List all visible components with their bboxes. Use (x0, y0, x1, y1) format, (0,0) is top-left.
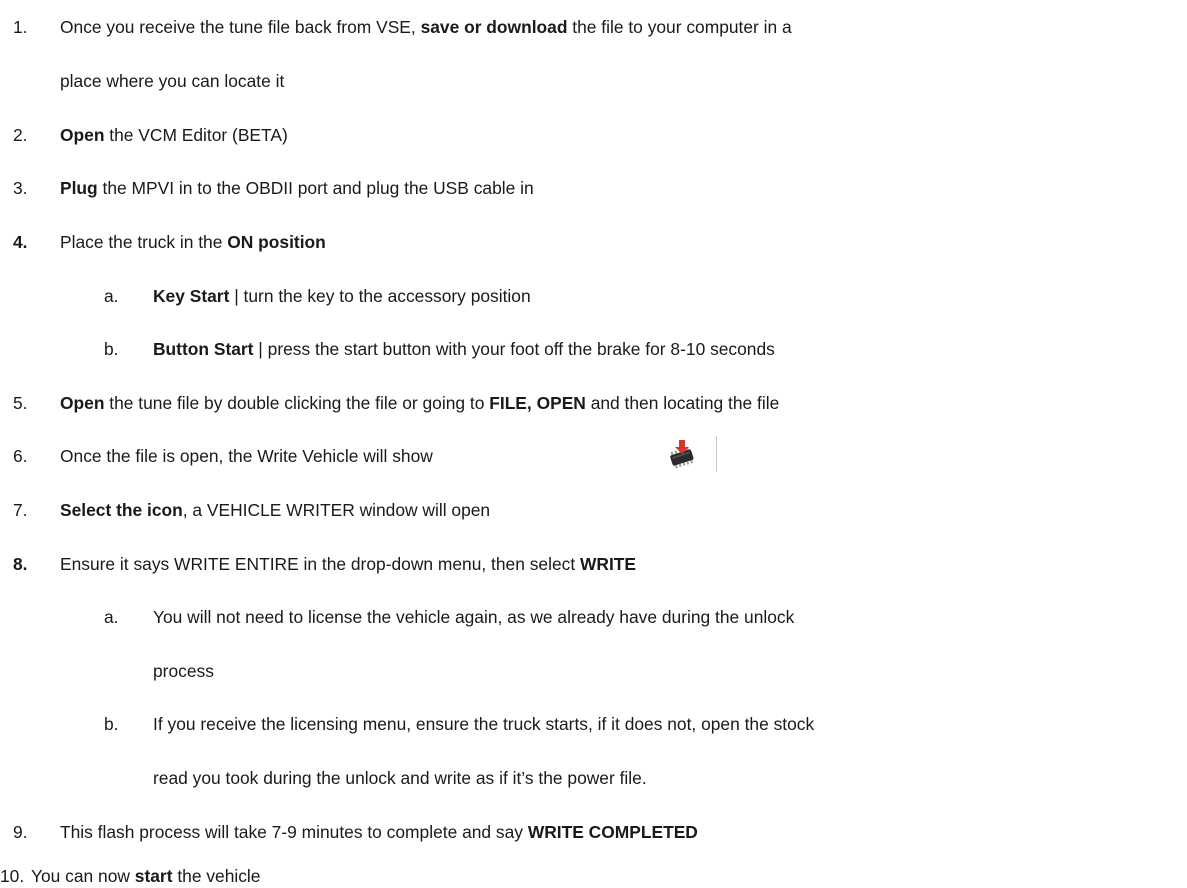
step-text-bold: Key Start (153, 286, 230, 306)
step-number: 5. (13, 393, 28, 413)
step-text-bold: Button Start (153, 339, 254, 359)
step-text-bold: Plug (60, 178, 98, 198)
step-number: 9. (13, 822, 28, 842)
sub-step-text: Button Start | press the start button wi… (153, 339, 775, 359)
step-text-bold: Select the icon (60, 500, 183, 520)
step-text: place where you can locate it (60, 71, 285, 91)
step-number: 3. (13, 178, 28, 198)
step-text-bold: Open (60, 393, 105, 413)
step-number: 8. (13, 554, 28, 574)
step-text-segment: the vehicle (172, 866, 261, 886)
step-text-segment: Ensure it says WRITE ENTIRE in the drop-… (60, 554, 580, 574)
step-text-segment: the tune file by double clicking the fil… (104, 393, 490, 413)
step-text-segment: , a VEHICLE WRITER window will open (182, 500, 491, 520)
sub-step-letter: b. (104, 714, 119, 734)
step-text-bold: FILE, OPEN (489, 393, 586, 413)
step-text-bold: WRITE COMPLETED (527, 822, 698, 842)
step-text: Select the icon, a VEHICLE WRITER window… (60, 500, 490, 520)
step-text: Once you receive the tune file back from… (60, 17, 792, 37)
step-text-segment: the file to your computer in a (567, 17, 792, 37)
sub-step-text: read you took during the unlock and writ… (153, 768, 647, 788)
step-number: 1. (13, 17, 28, 37)
step-text-bold: Open (60, 125, 105, 145)
sub-step-text: process (153, 661, 214, 681)
step-text: Ensure it says WRITE ENTIRE in the drop-… (60, 554, 636, 574)
step-text-segment: Once you receive the tune file back from… (60, 17, 421, 37)
step-text-segment: the MPVI in to the OBDII port and plug t… (97, 178, 534, 198)
step-text-segment: | turn the key to the accessory position (229, 286, 531, 306)
step-text-segment: Place the truck in the (60, 232, 228, 252)
step-number: 10. (0, 866, 25, 886)
sub-step-letter: a. (104, 286, 119, 306)
sub-step-text: Key Start | turn the key to the accessor… (153, 286, 531, 306)
step-text-segment: You can now (31, 866, 135, 886)
step-text-bold: save or download (420, 17, 568, 37)
step-text-bold: start (134, 866, 173, 886)
step-text-bold: ON position (227, 232, 326, 252)
sub-step-text: If you receive the licensing menu, ensur… (153, 714, 815, 734)
sub-step-text: You will not need to license the vehicle… (153, 607, 795, 627)
step-text-segment: This flash process will take 7-9 minutes… (60, 822, 528, 842)
sub-step-letter: a. (104, 607, 119, 627)
step-text-segment: Once the file is open, the Write Vehicle… (60, 446, 433, 466)
step-text: Place the truck in the ON position (60, 232, 326, 252)
step-text: Open the VCM Editor (BETA) (60, 125, 288, 145)
write-vehicle-chip-icon (670, 440, 694, 469)
step-text-segment: | press the start button with your foot … (253, 339, 775, 359)
step-text: Once the file is open, the Write Vehicle… (60, 446, 433, 466)
step-text: Open the tune file by double clicking th… (60, 393, 779, 413)
step-text: Plug the MPVI in to the OBDII port and p… (60, 178, 534, 198)
step-text: This flash process will take 7-9 minutes… (60, 822, 698, 842)
step-number: 2. (13, 125, 28, 145)
step-text-segment: and then locating the file (585, 393, 780, 413)
step-text-segment: the VCM Editor (BETA) (104, 125, 288, 145)
step-number: 6. (13, 446, 28, 466)
step-number: 4. (13, 232, 28, 252)
sub-step-letter: b. (104, 339, 119, 359)
step-number: 7. (13, 500, 28, 520)
step-text-bold: WRITE (580, 554, 637, 574)
step-text: You can now start the vehicle (31, 866, 260, 886)
toolbar-divider (716, 436, 717, 472)
